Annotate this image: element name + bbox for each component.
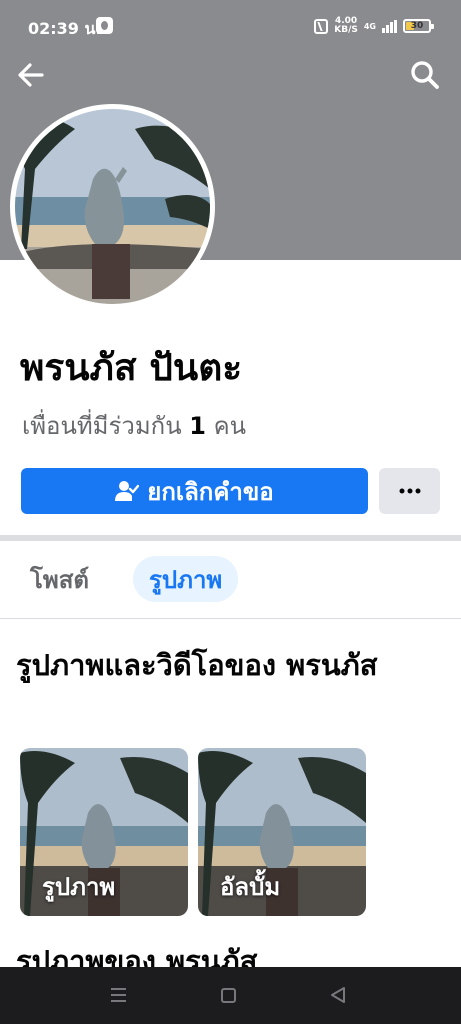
more-dots-icon — [399, 488, 420, 494]
notification-app-icon — [96, 17, 113, 34]
system-nav-bar — [0, 967, 461, 1024]
status-indicators: 4.00 KB/S 4G 30 — [314, 17, 434, 35]
nfc-icon — [314, 18, 329, 34]
search-button[interactable] — [408, 58, 442, 92]
album-tile-photos[interactable]: รูปภาพ — [20, 748, 188, 916]
status-time: 02:39 น. — [28, 19, 102, 38]
home-icon[interactable] — [221, 988, 236, 1003]
more-button[interactable] — [379, 468, 440, 514]
album-tile-albums[interactable]: อัลบั้ม — [198, 748, 366, 916]
network-type: 4G — [363, 21, 376, 31]
network-speed: 4.00 KB/S — [334, 17, 358, 35]
album-label: รูปภาพ — [42, 873, 116, 901]
back-nav-icon[interactable] — [330, 987, 346, 1003]
avatar-photo — [15, 109, 210, 304]
tabs-divider — [0, 618, 461, 619]
cancel-request-button[interactable]: ยกเลิกคำขอ — [21, 468, 368, 514]
battery-level: 30 — [410, 21, 424, 31]
arrow-left-icon — [18, 63, 44, 87]
photos-section-title: รูปภาพและวิดีโอของ พรนภัส — [16, 648, 378, 682]
back-button[interactable] — [14, 58, 48, 92]
cancel-request-label: ยกเลิกคำขอ — [147, 477, 274, 506]
profile-avatar[interactable] — [10, 104, 215, 309]
mutual-friends[interactable]: เพื่อนที่มีร่วมกัน 1 คน — [22, 406, 246, 445]
mutual-friends-prefix: เพื่อนที่มีร่วมกัน — [22, 412, 182, 440]
tab-posts[interactable]: โพสต์ — [30, 556, 89, 602]
network-speed-unit: KB/S — [334, 25, 358, 35]
mutual-friends-suffix: คน — [213, 412, 247, 440]
profile-name: พรนภัส ปันตะ — [20, 346, 243, 389]
section-divider — [0, 535, 461, 541]
signal-icon — [382, 19, 397, 33]
album-label: อัลบั้ม — [220, 873, 281, 901]
search-icon — [411, 61, 439, 89]
mutual-friends-count: 1 — [189, 412, 206, 440]
battery-icon: 30 — [403, 19, 434, 33]
recent-apps-icon[interactable] — [111, 988, 126, 1002]
status-bar: 02:39 น. 4.00 KB/S 4G 30 — [0, 0, 461, 50]
person-check-icon — [115, 481, 140, 501]
tab-photos[interactable]: รูปภาพ — [133, 556, 239, 602]
